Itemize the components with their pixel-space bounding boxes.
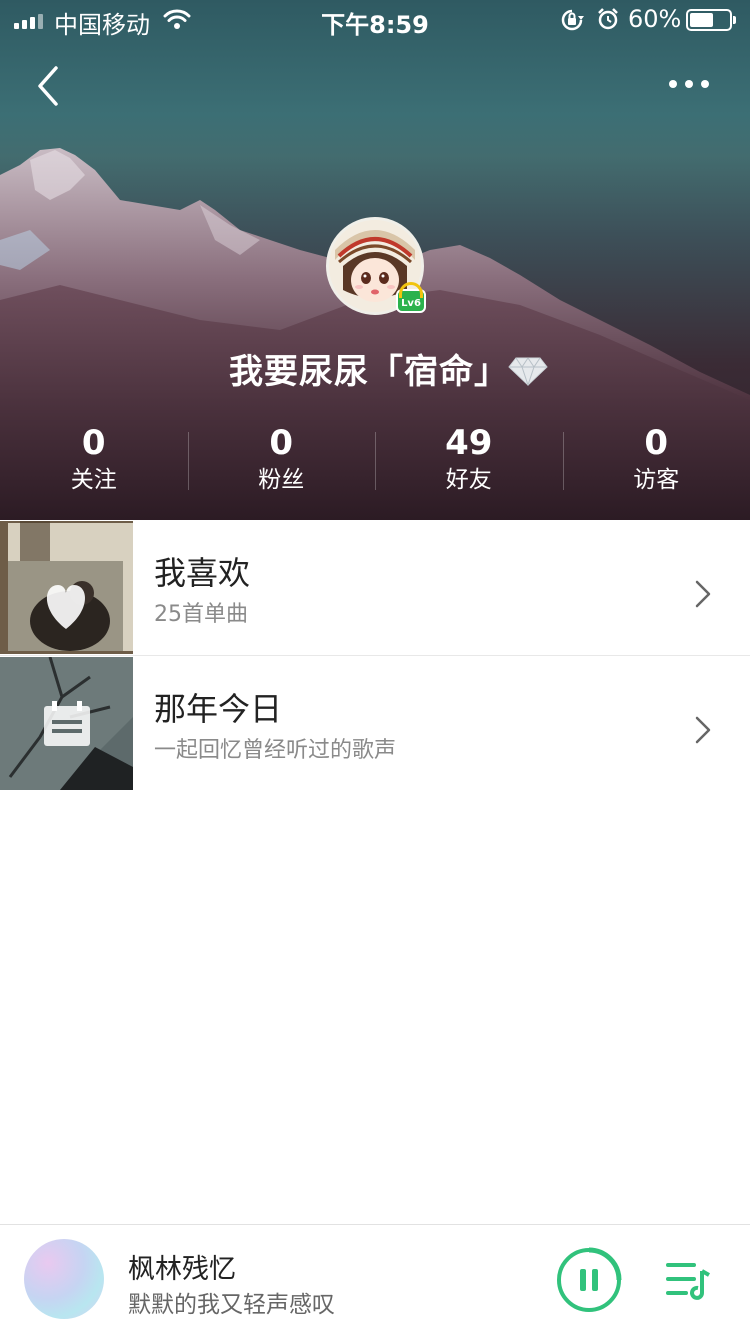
this-day-thumbnail bbox=[0, 657, 133, 790]
back-button[interactable] bbox=[30, 62, 70, 110]
stat-value: 0 bbox=[644, 423, 669, 463]
level-badge-text: Lv6 bbox=[401, 298, 421, 309]
profile-list: 我喜欢 25首单曲 那年今日 一起回忆曾经听过的歌声 bbox=[0, 520, 750, 792]
favorites-cover-image bbox=[0, 521, 133, 654]
stat-following[interactable]: 0 关注 bbox=[0, 424, 188, 494]
stat-value: 0 bbox=[81, 423, 106, 463]
song-subtitle: 默默的我又轻声感叹 bbox=[128, 1292, 335, 1318]
battery-percent: 60% bbox=[628, 5, 682, 33]
playlist-button[interactable] bbox=[662, 1257, 712, 1303]
more-button[interactable] bbox=[664, 72, 714, 96]
list-item-this-day[interactable]: 那年今日 一起回忆曾经听过的歌声 bbox=[0, 656, 750, 792]
this-day-cover-image bbox=[0, 657, 133, 790]
chevron-right-icon bbox=[695, 580, 711, 608]
list-item-title: 那年今日 bbox=[154, 690, 283, 728]
stat-label: 关注 bbox=[70, 467, 117, 493]
profile-stats: 0 关注 0 粉丝 49 好友 0 访客 bbox=[0, 424, 750, 494]
play-pause-button[interactable] bbox=[556, 1247, 622, 1313]
chevron-right-icon bbox=[695, 716, 711, 744]
profile-header: 中国移动 下午8:59 60% Lv6 我要尿尿「宿命」 0 关注 0 粉丝 4… bbox=[0, 0, 750, 520]
alarm-icon bbox=[598, 8, 618, 30]
stat-label: 粉丝 bbox=[258, 467, 305, 493]
stat-visitors[interactable]: 0 访客 bbox=[562, 423, 750, 494]
battery-icon bbox=[686, 9, 736, 31]
diamond-icon[interactable] bbox=[508, 356, 548, 386]
stat-friends[interactable]: 49 好友 bbox=[375, 424, 563, 494]
pause-icon bbox=[580, 1269, 598, 1291]
list-item-subtitle: 一起回忆曾经听过的歌声 bbox=[154, 738, 397, 763]
calendar-icon bbox=[44, 701, 90, 746]
stat-value: 49 bbox=[445, 423, 493, 463]
username-row: 我要尿尿「宿命」 bbox=[0, 344, 750, 393]
list-item-title: 我喜欢 bbox=[154, 554, 251, 592]
favorites-thumbnail bbox=[0, 521, 133, 654]
album-disc[interactable] bbox=[24, 1239, 104, 1319]
level-badge: Lv6 bbox=[396, 282, 426, 313]
orientation-lock-icon bbox=[561, 9, 584, 31]
song-title: 枫林残忆 bbox=[128, 1254, 236, 1285]
stat-label: 访客 bbox=[633, 467, 680, 493]
username: 我要尿尿「宿命」 bbox=[229, 352, 509, 392]
stat-value: 0 bbox=[269, 423, 294, 463]
status-bar: 中国移动 下午8:59 60% bbox=[0, 0, 750, 40]
stat-fans[interactable]: 0 粉丝 bbox=[187, 423, 376, 494]
mini-player[interactable]: 枫林残忆 默默的我又轻声感叹 bbox=[0, 1224, 750, 1334]
playlist-icon bbox=[666, 1263, 710, 1300]
list-item-favorites[interactable]: 我喜欢 25首单曲 bbox=[0, 520, 750, 656]
stat-label: 好友 bbox=[445, 467, 492, 493]
list-item-subtitle: 25首单曲 bbox=[154, 602, 248, 627]
more-dots-icon bbox=[669, 80, 677, 88]
